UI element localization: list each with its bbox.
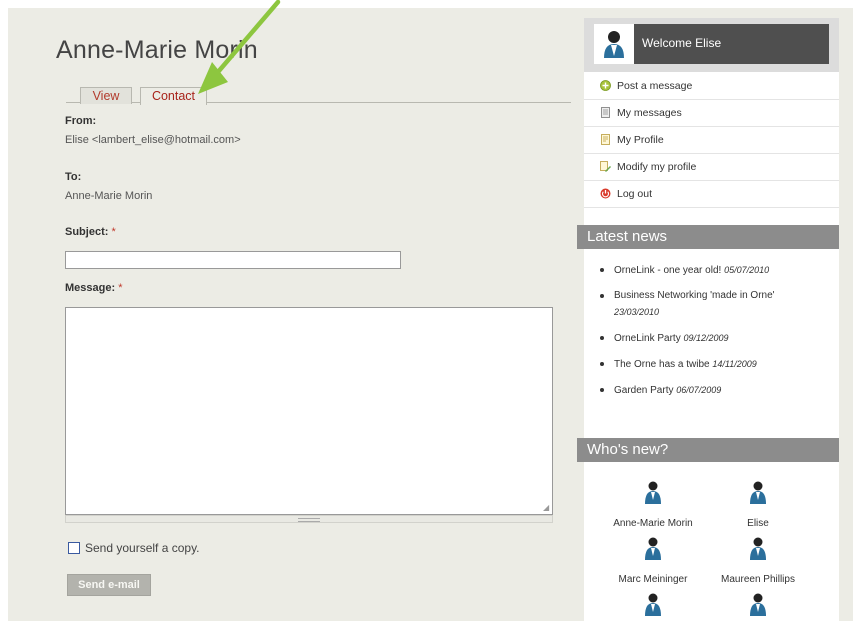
menu-item-label: Modify my profile [617,161,697,173]
user-menu: Post a message My messages My Profile Mo… [584,73,839,208]
green-arrow-icon [198,0,281,94]
menu-item-label: My Profile [617,134,664,146]
member-card[interactable] [598,592,708,616]
news-date: 14/11/2009 [712,359,757,369]
member-name[interactable]: Maureen Phillips [703,574,813,585]
profile-card-icon [601,134,610,145]
member-card[interactable]: Anne-Marie Morin [598,480,708,529]
logout-icon [600,188,611,199]
news-item[interactable]: OrneLink - one year old! 05/07/2010 [584,262,839,279]
member-card[interactable]: Marc Meininger [598,536,708,585]
resize-corner-icon[interactable]: ◢ [543,504,551,512]
news-item[interactable]: OrneLink Party 09/12/2009 [584,330,839,347]
user-avatar-icon [750,481,766,504]
menu-item-my-profile[interactable]: My Profile [584,127,839,154]
user-avatar-icon [645,593,661,616]
news-item[interactable]: Business Networking 'made in Orne' 23/03… [584,288,839,321]
menu-item-label: Log out [617,188,653,200]
message-textarea[interactable] [65,307,553,515]
document-icon [601,107,610,118]
news-title[interactable]: Garden Party [614,385,673,396]
avatar[interactable] [594,24,634,64]
menu-item-post-message[interactable]: Post a message [584,73,839,100]
menu-item-label: Post a message [617,80,693,92]
news-date: 23/03/2010 [614,307,660,317]
news-date: 09/12/2009 [683,333,729,343]
from-value: Elise <lambert_elise@hotmail.com> [65,134,241,146]
from-label: From: [65,115,97,127]
member-name[interactable]: Elise [703,518,813,529]
whos-new-header: Who's new? [577,438,839,462]
news-title[interactable]: OrneLink Party [614,333,681,344]
user-avatar-icon [750,537,766,560]
news-item[interactable]: The Orne has a twibe 14/11/2009 [584,356,839,373]
subject-label: Subject: * [65,226,116,238]
user-avatar-icon [645,481,661,504]
edit-profile-icon [600,161,611,172]
plus-circle-icon [600,80,611,91]
user-avatar-icon [645,537,661,560]
user-avatar-icon [604,31,624,58]
message-label-text: Message: [65,282,116,294]
welcome-bar: Welcome Elise [594,24,829,64]
news-item[interactable]: Garden Party 06/07/2009 [584,382,839,399]
subject-label-text: Subject: [65,226,109,238]
user-avatar-icon [750,593,766,616]
message-label: Message: * [65,282,122,294]
member-card[interactable]: Elise [703,480,813,529]
required-marker: * [118,282,123,294]
member-name[interactable]: Anne-Marie Morin [598,518,708,529]
news-date: 06/07/2009 [676,385,722,395]
textarea-resize-grip[interactable] [65,515,553,523]
menu-item-log-out[interactable]: Log out [584,181,839,208]
whos-new-title: Who's new? [587,441,669,458]
welcome-text: Welcome Elise [642,36,722,50]
menu-item-modify-profile[interactable]: Modify my profile [584,154,839,181]
tab-view[interactable]: View [80,87,132,104]
news-list: OrneLink - one year old! 05/07/2010 Busi… [584,262,839,408]
sidebar: Welcome Elise Post a message My messages… [577,18,839,621]
member-card[interactable]: Maureen Phillips [703,536,813,585]
to-value: Anne-Marie Morin [65,190,153,202]
send-copy-checkbox[interactable] [68,542,80,554]
required-marker: * [111,226,116,238]
menu-item-my-messages[interactable]: My messages [584,100,839,127]
menu-item-label: My messages [617,107,682,119]
to-label: To: [65,171,82,183]
member-card[interactable] [703,592,813,616]
welcome-box: Welcome Elise [584,18,839,72]
grip-lines-icon [298,518,320,522]
send-copy-label[interactable]: Send yourself a copy. [85,541,200,555]
latest-news-title: Latest news [587,228,668,245]
member-name[interactable]: Marc Meininger [598,574,708,585]
news-title[interactable]: The Orne has a twibe [614,359,710,370]
latest-news-header: Latest news [577,225,839,249]
news-title[interactable]: Business Networking 'made in Orne' [614,290,775,301]
subject-input[interactable] [65,251,401,269]
send-email-button[interactable]: Send e-mail [67,574,151,596]
news-date: 05/07/2010 [724,265,770,275]
news-title[interactable]: OrneLink - one year old! [614,265,721,276]
